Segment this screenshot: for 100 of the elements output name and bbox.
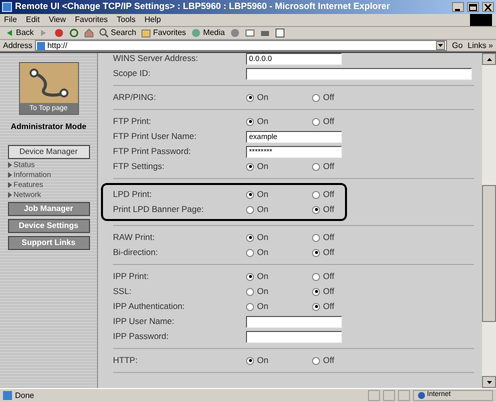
option-label: On	[257, 285, 268, 298]
option-label: Off	[323, 354, 334, 367]
refresh-icon[interactable]	[68, 28, 79, 38]
radio-button[interactable]	[246, 94, 254, 102]
home-icon[interactable]	[84, 28, 94, 38]
page-icon	[37, 42, 46, 50]
radio-button[interactable]	[312, 94, 320, 102]
option-label: Off	[323, 160, 334, 173]
option-label: Off	[323, 188, 334, 201]
radio-button[interactable]	[246, 234, 254, 242]
input-field[interactable]	[246, 68, 472, 80]
address-label: Address	[3, 40, 32, 52]
field-label: IPP Print:	[113, 270, 150, 283]
option-label: Off	[323, 300, 334, 313]
radio-button[interactable]	[246, 206, 254, 214]
go-button[interactable]: Go	[450, 40, 465, 52]
menu-item[interactable]: File	[4, 14, 17, 26]
option-label: On	[257, 354, 268, 367]
bullet-icon	[8, 172, 12, 178]
radio-button[interactable]	[246, 190, 254, 198]
mode-label: Administrator Mode	[10, 121, 86, 133]
toolbar-button[interactable]: Media	[203, 27, 225, 39]
menu-item[interactable]: Favorites	[74, 14, 108, 26]
input-field[interactable]	[246, 330, 342, 342]
scroll-down-icon[interactable]	[482, 376, 496, 388]
windows-logo-icon	[470, 14, 492, 26]
toolbar-button[interactable]: Search	[110, 27, 136, 39]
radio-button[interactable]	[312, 190, 320, 198]
radio-button[interactable]	[312, 206, 320, 214]
option-label: On	[257, 231, 268, 244]
radio-button[interactable]	[312, 248, 320, 256]
radio-button[interactable]	[246, 288, 254, 296]
bullet-icon	[8, 162, 12, 168]
status-pane	[398, 390, 410, 401]
radio-button[interactable]	[312, 302, 320, 310]
dropdown-arrow-icon[interactable]	[436, 41, 445, 50]
scrollbar[interactable]	[482, 53, 496, 388]
option-label: On	[257, 203, 268, 216]
option-label: Off	[323, 270, 334, 283]
field-label: FTP Print Password:	[113, 145, 192, 158]
radio-button[interactable]	[246, 302, 254, 310]
menu-item[interactable]: View	[48, 14, 66, 26]
field-label: Scope ID:	[113, 67, 152, 80]
radio-button[interactable]	[246, 248, 254, 256]
option-label: Off	[323, 246, 334, 259]
document-icon[interactable]	[274, 28, 285, 38]
radio-button[interactable]	[246, 118, 254, 126]
option-label: On	[257, 115, 268, 128]
ie-icon	[2, 2, 12, 12]
radio-button[interactable]	[246, 356, 254, 364]
menu-item[interactable]: Help	[144, 14, 161, 26]
field-label: LPD Print:	[113, 188, 153, 201]
menu-item[interactable]: Tools	[116, 14, 136, 26]
option-label: On	[257, 270, 268, 283]
radio-button[interactable]	[312, 356, 320, 364]
radio-button[interactable]	[246, 272, 254, 280]
field-label: IPP Password:	[113, 330, 170, 343]
field-label: WINS Server Address:	[113, 53, 200, 65]
field-label: FTP Settings:	[113, 160, 166, 173]
option-label: Off	[323, 285, 334, 298]
option-label: Off	[323, 91, 334, 104]
field-label: FTP Print User Name:	[113, 130, 198, 143]
option-label: Off	[323, 231, 334, 244]
option-label: On	[257, 91, 268, 104]
scroll-thumb[interactable]	[482, 185, 496, 322]
folder-icon[interactable]	[141, 28, 152, 38]
input-field[interactable]	[246, 316, 342, 328]
envelope-icon[interactable]	[244, 28, 255, 38]
stop-icon[interactable]	[54, 28, 64, 38]
radio-button[interactable]	[246, 162, 254, 170]
option-label: On	[257, 188, 268, 201]
option-label: On	[257, 160, 268, 173]
status-pane	[383, 390, 395, 401]
field-label: ARP/PING:	[113, 91, 157, 104]
toolbar-button[interactable]: Favorites	[153, 27, 186, 39]
field-label: SSL:	[113, 285, 132, 298]
option-label: On	[257, 300, 268, 313]
window-title: Remote UI <Change TCP/IP Settings> : LBP5960 : LBP5960 - Microsoft Internet Explorer	[15, 0, 391, 14]
radio-button[interactable]	[312, 288, 320, 296]
printer-icon[interactable]	[260, 28, 270, 38]
field-label: HTTP:	[113, 354, 139, 367]
option-label: Off	[323, 115, 334, 128]
scroll-up-icon[interactable]	[482, 53, 496, 65]
address-text: http://	[47, 40, 68, 52]
status-pane	[368, 390, 380, 401]
address-field[interactable]: http://	[35, 40, 447, 51]
field-label: RAW Print:	[113, 231, 156, 244]
radio-button[interactable]	[312, 118, 320, 126]
bullet-icon	[8, 182, 12, 188]
radio-button[interactable]	[312, 162, 320, 170]
toolbar-button[interactable]: Back	[16, 27, 34, 39]
field-label: FTP Print:	[113, 115, 152, 128]
bullet-icon	[8, 192, 12, 198]
field-label: IPP Authentication:	[113, 300, 186, 313]
search-icon[interactable]	[98, 28, 109, 38]
radio-button[interactable]	[312, 234, 320, 242]
sidebar-button[interactable]: Device Manager	[8, 145, 90, 159]
links-button[interactable]: Links »	[468, 40, 493, 52]
radio-button[interactable]	[312, 272, 320, 280]
menu-item[interactable]: Edit	[26, 14, 40, 26]
